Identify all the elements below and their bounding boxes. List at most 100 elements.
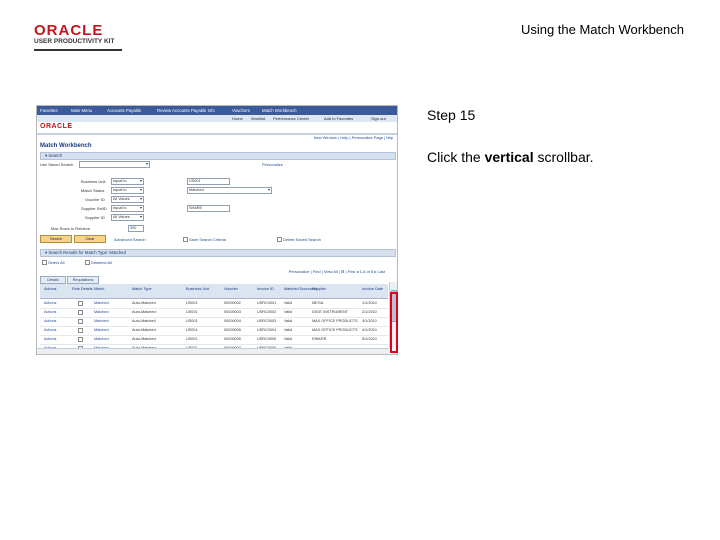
select-all-checkbox[interactable] [42,260,47,265]
nav-main-menu[interactable]: Main Menu [71,108,92,113]
row-voucher: 00000004 [224,319,241,323]
row-match-type: Auto-Matched [132,337,156,341]
step-instruction: Click the vertical scrollbar. [427,149,594,165]
instruction-emphasis: vertical [484,149,534,165]
link-performance-center[interactable]: Performance Center [273,116,309,121]
search-section-label: ▾ Search [45,153,62,158]
results-section-header[interactable]: ▾ Search Results for Match Type: Matched [40,249,396,257]
logo-wordmark: ORACLE [34,22,104,39]
nav-favorites[interactable]: Favorites [40,108,58,113]
advanced-search-link[interactable]: Advanced Search [114,237,146,242]
app-brand-logo: ORACLE [40,123,73,130]
row-match: Matched [94,301,109,305]
row-invoice-id: USRC0001 [257,301,277,305]
highlight-box [390,292,398,353]
page-utility-links[interactable]: New Window | Help | Personalize Page | h… [314,135,393,140]
row-business-unit: US001 [186,337,198,341]
row-supplier: DIGIT INSTRUMENT [312,310,348,314]
oracle-upk-logo: ORACLE USER PRODUCTIVITY KIT [34,22,124,52]
link-home[interactable]: Home [232,116,243,121]
row-invoice-id: USRC0003 [257,319,277,323]
row-business-unit: US001 [186,301,198,305]
row-select-checkbox[interactable] [78,337,83,342]
tab-requisitions[interactable]: Requisitions [67,276,99,284]
logo-subtitle: USER PRODUCTIVITY KIT [34,38,115,45]
row-voucher: 00000006 [224,337,241,341]
match-status-operator[interactable]: equal to [111,187,144,194]
row-invoice-id: USRC0005 [257,337,277,341]
col-actions: Actions [44,287,57,291]
results-grid: Actions Rule Details Match Match Type Bu… [40,284,388,354]
col-invoice-id: Invoice ID [257,287,274,291]
delete-saved-search-link[interactable]: Delete Saved Search [283,237,321,242]
match-status-label: Match Status [81,188,105,193]
link-worklist[interactable]: Worklist [251,116,265,121]
search-section-header[interactable]: ▾ Search [40,152,396,160]
row-actions-link[interactable]: Actions [44,337,56,341]
clear-button[interactable]: Clear [74,235,106,243]
row-invoice-date: 5/1/2010 [362,337,377,341]
supplier-setid-operator[interactable]: equal to [111,205,144,212]
document-title: Using the Match Workbench [520,22,684,37]
top-navigation-bar: Favorites Main Menu Accounts Payable Rev… [37,106,397,115]
row-voucher: 00000002 [224,301,241,305]
row-voucher: 00000003 [224,310,241,314]
row-match-type: Auto-Matched [132,301,156,305]
match-status-select[interactable]: Matched [187,187,272,194]
select-all-link[interactable]: Select All [48,260,64,265]
row-business-unit: US001 [186,310,198,314]
save-search-criteria-link[interactable]: Save Search Criteria [189,237,226,242]
business-unit-operator[interactable]: equal to [111,178,144,185]
nav-match-workbench[interactable]: Match Workbench [262,108,297,113]
save-search-checkbox[interactable] [183,237,188,242]
tab-details[interactable]: Details [40,276,66,284]
step-label: Step 15 [427,107,476,123]
search-button[interactable]: Search [40,235,72,243]
row-actions-link[interactable]: Actions [44,310,56,314]
delete-search-checkbox[interactable] [277,237,282,242]
link-add-favorites[interactable]: Add to Favorites [324,116,353,121]
row-matched-document: Valid [284,319,293,323]
col-invoice-date: Invoice Date [362,287,384,291]
nav-accounts-payable[interactable]: Accounts Payable [107,108,141,113]
row-match: Matched [94,328,109,332]
application-screenshot: Favorites Main Menu Accounts Payable Rev… [36,105,398,355]
supplier-id-operator[interactable]: All Values [111,214,144,221]
link-sign-out[interactable]: Sign out [371,116,386,121]
business-unit-input[interactable]: US001 [187,178,230,185]
grid-navigation-controls[interactable]: Personalize | Find | View All | ⊞ | Firs… [289,269,385,274]
row-match: Matched [94,310,109,314]
page-title: Match Workbench [40,143,92,149]
row-match-type: Auto-Matched [132,310,156,314]
row-select-checkbox[interactable] [78,328,83,333]
row-select-checkbox[interactable] [78,319,83,324]
row-business-unit: US001 [186,319,198,323]
sub-navigation-bar: Home Worklist Performance Center Add to … [37,115,397,122]
max-rows-label: Max Rows to Retrieve [51,226,91,231]
col-business-unit: Business Unit [186,287,210,291]
row-business-unit: US001 [186,328,198,332]
row-select-checkbox[interactable] [78,310,83,315]
instruction-suffix: scrollbar. [533,149,594,165]
row-actions-link[interactable]: Actions [44,301,56,305]
grid-header: Actions Rule Details Match Match Type Bu… [40,284,388,299]
col-supplier: Supplier [312,287,326,291]
supplier-setid-input[interactable]: SHARE [187,205,230,212]
deselect-all-checkbox[interactable] [85,260,90,265]
row-match: Matched [94,319,109,323]
col-match-type: Match Type [132,287,152,291]
row-match-type: Auto-Matched [132,319,156,323]
personalize-link[interactable]: Personalize [262,162,283,167]
row-actions-link[interactable]: Actions [44,319,56,323]
nav-vouchers[interactable]: Vouchers [232,108,250,113]
horizontal-scrollbar[interactable] [37,348,389,354]
row-actions-link[interactable]: Actions [44,328,56,332]
max-rows-input[interactable]: 300 [128,225,144,232]
deselect-all-link[interactable]: Deselect All [91,260,112,265]
saved-search-select[interactable] [79,161,150,168]
row-supplier: MAX OFFICE PRODUCTS [312,328,358,332]
nav-review-ap-info[interactable]: Review Accounts Payable Info [157,108,215,113]
voucher-id-operator[interactable]: All Values [111,196,144,203]
row-supplier: MEGA [312,301,324,305]
row-select-checkbox[interactable] [78,301,83,306]
